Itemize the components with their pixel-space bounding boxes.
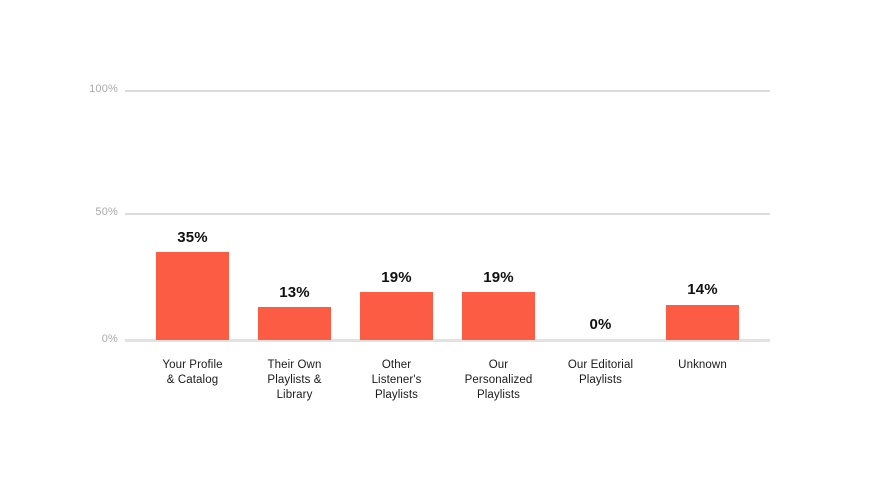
bar-group-1[interactable]: 13%: [258, 90, 331, 340]
bar-group-3[interactable]: 19%: [462, 90, 535, 340]
x-axis-labels: Your Profile & Catalog Their Own Playlis…: [125, 358, 770, 428]
x-axis-label-5: Unknown: [646, 358, 759, 373]
x-axis-label-0-line2: & Catalog: [166, 374, 219, 386]
x-axis-label-4: Our Editorial Playlists: [544, 358, 657, 388]
bar-group-0[interactable]: 35%: [156, 90, 229, 340]
plot-area: 35% 13% 19% 19% 0% 14%: [125, 90, 770, 340]
x-axis-label-1-line3: Library: [276, 389, 313, 401]
bar-our-personalized-playlists[interactable]: [462, 292, 535, 340]
bar-value-5: 14%: [687, 281, 718, 298]
bar-other-listeners-playlists[interactable]: [360, 292, 433, 340]
bar-value-3: 19%: [483, 269, 514, 286]
bar-value-1: 13%: [279, 284, 310, 301]
x-axis-label-3-line3: Playlists: [476, 389, 521, 401]
bar-value-4: 0%: [589, 316, 612, 333]
bar-value-0: 35%: [177, 229, 208, 246]
bar-unknown[interactable]: [666, 304, 739, 340]
x-axis-label-0: Your Profile & Catalog: [136, 358, 249, 388]
bar-your-profile-catalog[interactable]: [156, 251, 229, 340]
x-axis-label-1-line2: Playlists &: [267, 374, 322, 386]
x-axis-label-5-line1: Unknown: [678, 359, 727, 371]
x-axis-label-1-line1: Their Own: [267, 359, 322, 371]
bar-group-2[interactable]: 19%: [360, 90, 433, 340]
x-axis-label-2-line3: Playlists: [374, 389, 419, 401]
x-axis-label-4-line1: Our Editorial: [567, 359, 634, 371]
x-axis-label-1: Their Own Playlists & Library: [238, 358, 351, 403]
bar-group-4[interactable]: 0%: [564, 90, 637, 340]
bar-their-own-playlists-library[interactable]: [258, 307, 331, 340]
y-axis-tick-0: 0%: [101, 333, 118, 345]
x-axis-label-3-line2: Personalized: [464, 374, 533, 386]
x-axis-label-2-line1: Other: [381, 359, 412, 371]
y-axis-tick-100: 100%: [89, 83, 118, 95]
bar-value-2: 19%: [381, 269, 412, 286]
x-axis-label-2-line2: Listener's: [371, 374, 422, 386]
y-axis-tick-50: 50%: [95, 206, 118, 218]
x-axis-label-3-line1: Our: [488, 359, 509, 371]
x-axis-label-2: Other Listener's Playlists: [340, 358, 453, 403]
x-axis-label-0-line1: Your Profile: [162, 359, 223, 371]
bar-chart: 100% 50% 0% 35% 13% 19% 19% 0% 14% Your …: [0, 0, 886, 502]
bar-group-5[interactable]: 14%: [666, 90, 739, 340]
x-axis-label-3: Our Personalized Playlists: [442, 358, 555, 403]
x-axis-label-4-line2: Playlists: [578, 374, 623, 386]
